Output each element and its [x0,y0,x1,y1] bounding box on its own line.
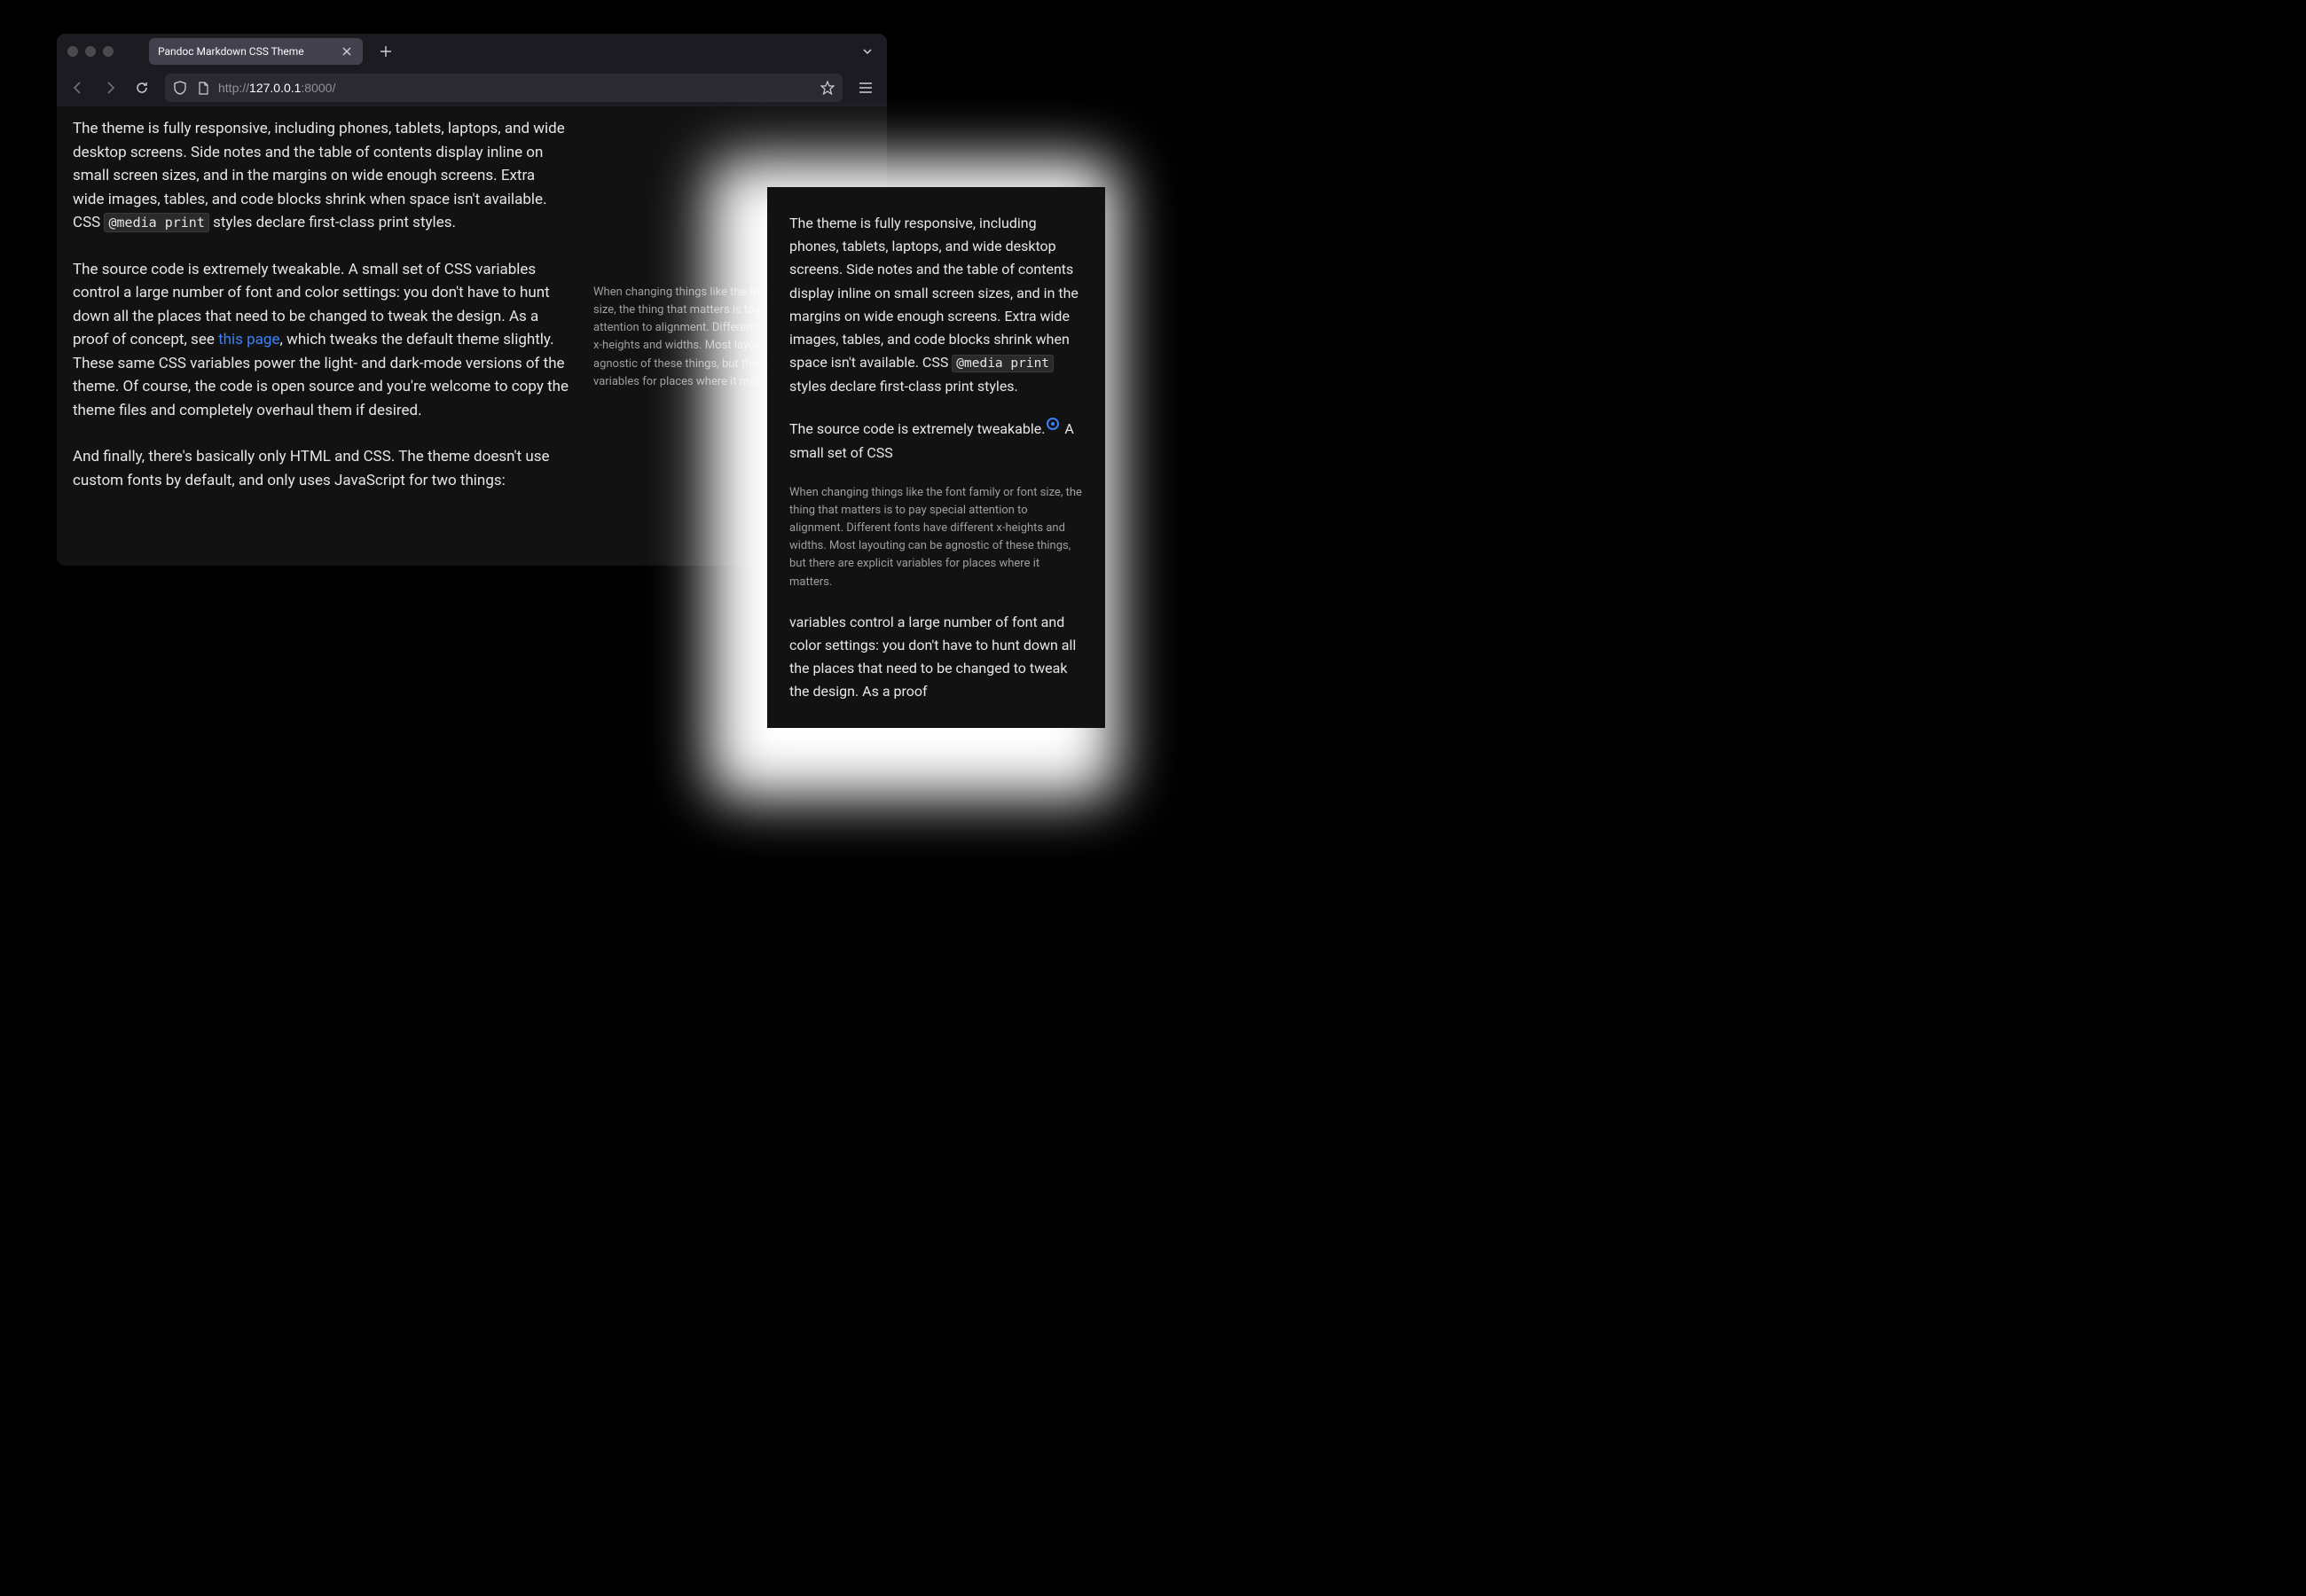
url-bar[interactable]: http://127.0.0.1:8000/ [165,74,843,102]
app-menu-button[interactable] [851,74,880,102]
mobile-paragraph-tweakable-cont: variables control a large number of font… [789,611,1083,704]
mobile-preview-panel: The theme is fully responsive, including… [767,187,1105,728]
mobile-paragraph-tweakable-lead: The source code is extremely tweakable. … [789,418,1083,464]
back-button[interactable] [64,74,92,102]
forward-button[interactable] [96,74,124,102]
tab-title: Pandoc Markdown CSS Theme [158,45,304,58]
paragraph-tweakable: The source code is extremely tweakable. … [73,258,569,423]
url-port-path: :8000/ [301,81,335,95]
toolbar: http://127.0.0.1:8000/ [57,69,887,106]
page-content: The theme is fully responsive, including… [73,117,569,515]
mobile-paragraph-responsive: The theme is fully responsive, including… [789,212,1083,398]
page-icon [195,80,211,96]
bookmark-star-icon[interactable] [820,80,835,96]
traffic-light-zoom[interactable] [103,46,114,57]
traffic-light-close[interactable] [67,46,78,57]
url-scheme: http:// [218,81,249,95]
browser-tab[interactable]: Pandoc Markdown CSS Theme [149,38,363,65]
sidenote-marker-icon[interactable] [1047,418,1059,430]
tabs-dropdown-button[interactable] [855,39,880,64]
sidenote-inline: When changing things like the font famil… [789,484,1083,591]
code-inline: @media print [952,355,1054,372]
paragraph-responsive: The theme is fully responsive, including… [73,117,569,235]
traffic-light-minimize[interactable] [85,46,96,57]
close-icon[interactable] [340,44,354,59]
traffic-lights [64,46,119,57]
paragraph-html-css: And finally, there's basically only HTML… [73,445,569,492]
tab-bar: Pandoc Markdown CSS Theme [57,34,887,69]
url-text[interactable]: http://127.0.0.1:8000/ [218,81,812,95]
code-inline: @media print [104,213,208,232]
link-this-page[interactable]: this page [218,331,279,348]
shield-icon[interactable] [172,80,188,96]
reload-button[interactable] [128,74,156,102]
new-tab-button[interactable] [373,39,398,64]
url-host: 127.0.0.1 [249,81,301,95]
